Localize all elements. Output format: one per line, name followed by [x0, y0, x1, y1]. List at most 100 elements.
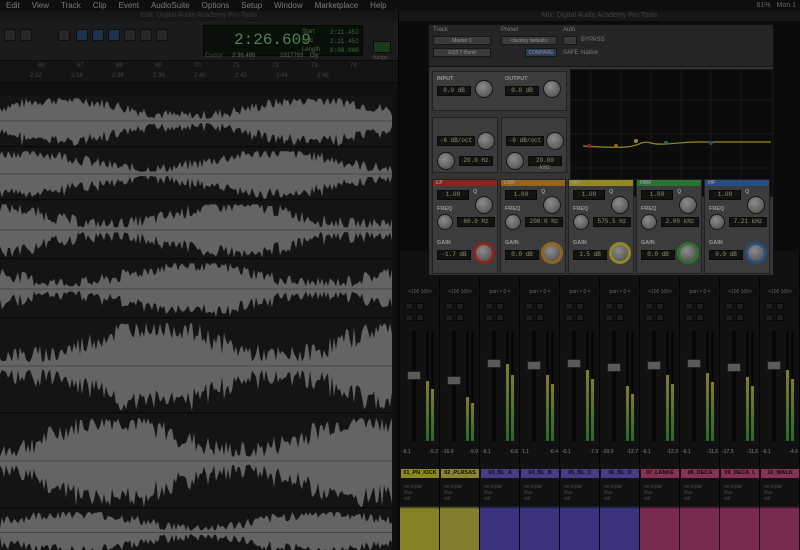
menu-options[interactable]: Options — [196, 1, 236, 10]
output-value[interactable]: 0.0 dB — [505, 86, 539, 96]
lpf-freq-value[interactable]: 20.00 kHz — [528, 156, 562, 171]
start-value[interactable]: 2:21.452 — [330, 29, 359, 36]
peak-value[interactable]: -11.6 — [707, 449, 718, 457]
volume-value[interactable]: -6.1 — [762, 449, 771, 457]
volume-fader[interactable] — [527, 361, 541, 370]
track-name-label[interactable]: 04_BL_B — [521, 469, 559, 478]
compare-button[interactable]: COMPARE — [525, 48, 557, 57]
grabber-tool-button[interactable] — [108, 29, 120, 41]
automation-mode[interactable]: vol — [484, 496, 516, 502]
io-section[interactable]: no input Bus vol — [482, 483, 518, 505]
volume-fader[interactable] — [647, 361, 661, 370]
band-node-mf[interactable] — [634, 139, 638, 143]
gain-knob[interactable] — [541, 242, 563, 264]
freq-value[interactable]: 200.0 Hz — [525, 217, 563, 227]
pan-display[interactable]: <100 100> — [762, 289, 798, 296]
volume-fader[interactable] — [407, 371, 421, 380]
toolbar-button[interactable] — [4, 29, 16, 41]
audio-track[interactable] — [0, 414, 392, 508]
io-section[interactable]: no input Bus vol — [602, 483, 638, 505]
menu-help[interactable]: Help — [364, 1, 392, 10]
solo-button[interactable] — [565, 314, 573, 321]
menu-event[interactable]: Event — [112, 1, 144, 10]
pan-display[interactable]: pan > 0 < — [682, 289, 718, 296]
record-button[interactable] — [605, 303, 613, 310]
hpf-knob[interactable] — [477, 132, 495, 150]
record-button[interactable] — [565, 303, 573, 310]
peak-value[interactable]: -11.6 — [747, 449, 758, 457]
freq-knob[interactable] — [641, 214, 657, 230]
input-monitor-button[interactable] — [496, 303, 504, 310]
lpf-freq-knob[interactable] — [506, 152, 524, 170]
input-monitor-button[interactable] — [456, 303, 464, 310]
automation-mode[interactable]: vol — [764, 496, 796, 502]
input-monitor-button[interactable] — [656, 303, 664, 310]
q-value[interactable]: 1.00 — [437, 190, 469, 200]
gain-knob[interactable] — [609, 242, 631, 264]
menu-window[interactable]: Window — [268, 1, 308, 10]
volume-fader[interactable] — [767, 361, 781, 370]
q-knob[interactable] — [475, 196, 493, 214]
q-knob[interactable] — [543, 196, 561, 214]
volume-value[interactable]: 1.1 — [522, 449, 529, 457]
menu-edit[interactable]: Edit — [0, 1, 26, 10]
volume-fader[interactable] — [567, 359, 581, 368]
automation-mode[interactable]: vol — [684, 496, 716, 502]
io-section[interactable]: no input Bus vol — [522, 483, 558, 505]
record-button[interactable] — [685, 303, 693, 310]
mute-button[interactable] — [776, 314, 784, 321]
solo-button[interactable] — [405, 314, 413, 321]
pencil-tool-button[interactable] — [140, 29, 152, 41]
menu-marketplace[interactable]: Marketplace — [309, 1, 365, 10]
volume-fader[interactable] — [487, 359, 501, 368]
input-monitor-button[interactable] — [736, 303, 744, 310]
q-value[interactable]: 1.00 — [505, 190, 537, 200]
length-value[interactable]: 0:00.000 — [330, 47, 359, 54]
q-value[interactable]: 1.00 — [709, 190, 741, 200]
gain-value[interactable]: -1.7 dB — [437, 250, 471, 260]
mute-button[interactable] — [656, 314, 664, 321]
record-button[interactable] — [645, 303, 653, 310]
grid-button[interactable] — [373, 41, 391, 53]
selector-tool-button[interactable] — [92, 29, 104, 41]
gain-value[interactable]: 0.0 dB — [505, 250, 539, 260]
io-section[interactable]: no input Bus vol — [562, 483, 598, 505]
volume-value[interactable]: -16.0 — [442, 449, 453, 457]
input-knob[interactable] — [475, 80, 493, 98]
gain-knob[interactable] — [473, 242, 495, 264]
io-section[interactable]: no input Bus vol — [402, 483, 438, 505]
insert-selector[interactable]: EQ3 7-Band — [433, 48, 491, 57]
solo-button[interactable] — [765, 314, 773, 321]
pan-display[interactable]: <100 100> — [442, 289, 478, 296]
track-selector[interactable]: Master 1 — [433, 36, 491, 45]
mute-button[interactable] — [496, 314, 504, 321]
freq-value[interactable]: 60.0 Hz — [457, 217, 495, 227]
record-button[interactable] — [445, 303, 453, 310]
freq-knob[interactable] — [505, 214, 521, 230]
io-section[interactable]: no input Bus vol — [722, 483, 758, 505]
record-button[interactable] — [725, 303, 733, 310]
menu-audiosuite[interactable]: AudioSuite — [145, 1, 196, 10]
input-monitor-button[interactable] — [536, 303, 544, 310]
pan-display[interactable]: pan > 0 < — [482, 289, 518, 296]
input-monitor-button[interactable] — [576, 303, 584, 310]
audio-track[interactable] — [0, 319, 392, 413]
pan-display[interactable]: pan > 0 < — [522, 289, 558, 296]
audio-track[interactable] — [0, 201, 392, 259]
menu-clip[interactable]: Clip — [87, 1, 113, 10]
menu-setup[interactable]: Setup — [235, 1, 268, 10]
zoom-button[interactable] — [58, 29, 70, 41]
track-name-label[interactable]: 07_LANKE — [641, 469, 679, 478]
input-monitor-button[interactable] — [696, 303, 704, 310]
timeline-ruler[interactable]: 66 67 68 69 70 71 72 73 74 2:32 2:34 2:36 2:38 2:40 2:… — [0, 61, 398, 83]
peak-value[interactable]: -6.4 — [549, 449, 558, 457]
pan-display[interactable]: pan > 0 < — [562, 289, 598, 296]
peak-value[interactable]: -4.6 — [789, 449, 798, 457]
solo-button[interactable] — [645, 314, 653, 321]
track-name-label[interactable]: 03_BL_A — [481, 469, 519, 478]
volume-fader[interactable] — [687, 359, 701, 368]
track-name-label[interactable]: 10_WALK — [761, 469, 799, 478]
solo-button[interactable] — [485, 314, 493, 321]
smart-tool-button[interactable] — [156, 29, 168, 41]
io-section[interactable]: no input Bus vol — [642, 483, 678, 505]
